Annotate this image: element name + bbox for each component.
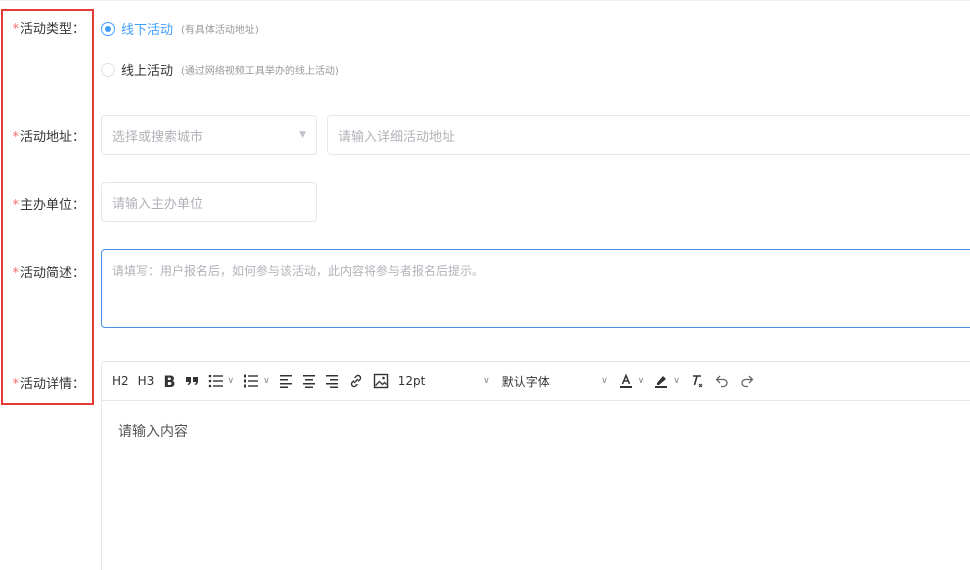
undo-icon[interactable] (714, 373, 730, 389)
chevron-down-icon: ∨ (483, 376, 490, 386)
font-family-select[interactable]: 默认字体 ∨ (502, 373, 608, 390)
highlight-icon[interactable]: ∨ (653, 373, 680, 389)
city-select[interactable]: 选择或搜索城市 ▼ (101, 115, 317, 155)
highlight-box (1, 9, 94, 405)
address-detail-input[interactable]: 请输入详细活动地址 (327, 115, 970, 155)
editor-content-area[interactable]: 请输入内容 (102, 401, 970, 461)
image-icon[interactable] (373, 373, 389, 389)
heading-2-button[interactable]: H2 (112, 374, 129, 388)
quote-icon[interactable] (185, 374, 199, 388)
redo-icon[interactable] (739, 373, 755, 389)
activity-summary-textarea[interactable]: 请填写：用户报名后，如何参与该活动，此内容将参与者报名后提示。 (101, 249, 970, 328)
align-right-icon[interactable] (325, 374, 339, 388)
chevron-down-icon: ▼ (299, 130, 306, 140)
font-size-select[interactable]: 12pt ∨ (398, 374, 490, 388)
chevron-down-icon: ∨ (601, 376, 608, 386)
chevron-down-icon: ∨ (227, 376, 235, 386)
align-left-icon[interactable] (279, 374, 293, 388)
editor-toolbar: H2 H3 B ∨ ∨ 12pt ∨ 默认字体 ∨ ∨ ∨ (102, 362, 970, 401)
chevron-down-icon: ∨ (263, 376, 270, 386)
bullet-list-icon[interactable]: ∨ (208, 374, 235, 388)
organizer-input[interactable]: 请输入主办单位 (101, 182, 317, 222)
font-color-icon[interactable]: ∨ (618, 373, 645, 389)
align-center-icon[interactable] (302, 374, 316, 388)
radio-offline-activity[interactable]: 线下活动 (有具体活动地址) (101, 19, 259, 38)
radio-online-activity[interactable]: 线上活动 (通过网络视频工具举办的线上活动) (101, 60, 339, 79)
rich-text-editor[interactable]: H2 H3 B ∨ ∨ 12pt ∨ 默认字体 ∨ ∨ ∨ 请输入内容 (101, 361, 970, 570)
link-icon[interactable] (348, 373, 364, 389)
top-divider (0, 0, 970, 1)
numbered-list-icon[interactable]: ∨ (243, 374, 270, 388)
radio-button-checked[interactable] (101, 21, 115, 36)
clear-format-icon[interactable] (689, 373, 705, 389)
chevron-down-icon: ∨ (637, 376, 645, 386)
chevron-down-icon: ∨ (673, 376, 680, 386)
radio-button-unchecked[interactable] (101, 62, 115, 77)
heading-3-button[interactable]: H3 (138, 374, 155, 388)
bold-button[interactable]: B (163, 372, 175, 391)
